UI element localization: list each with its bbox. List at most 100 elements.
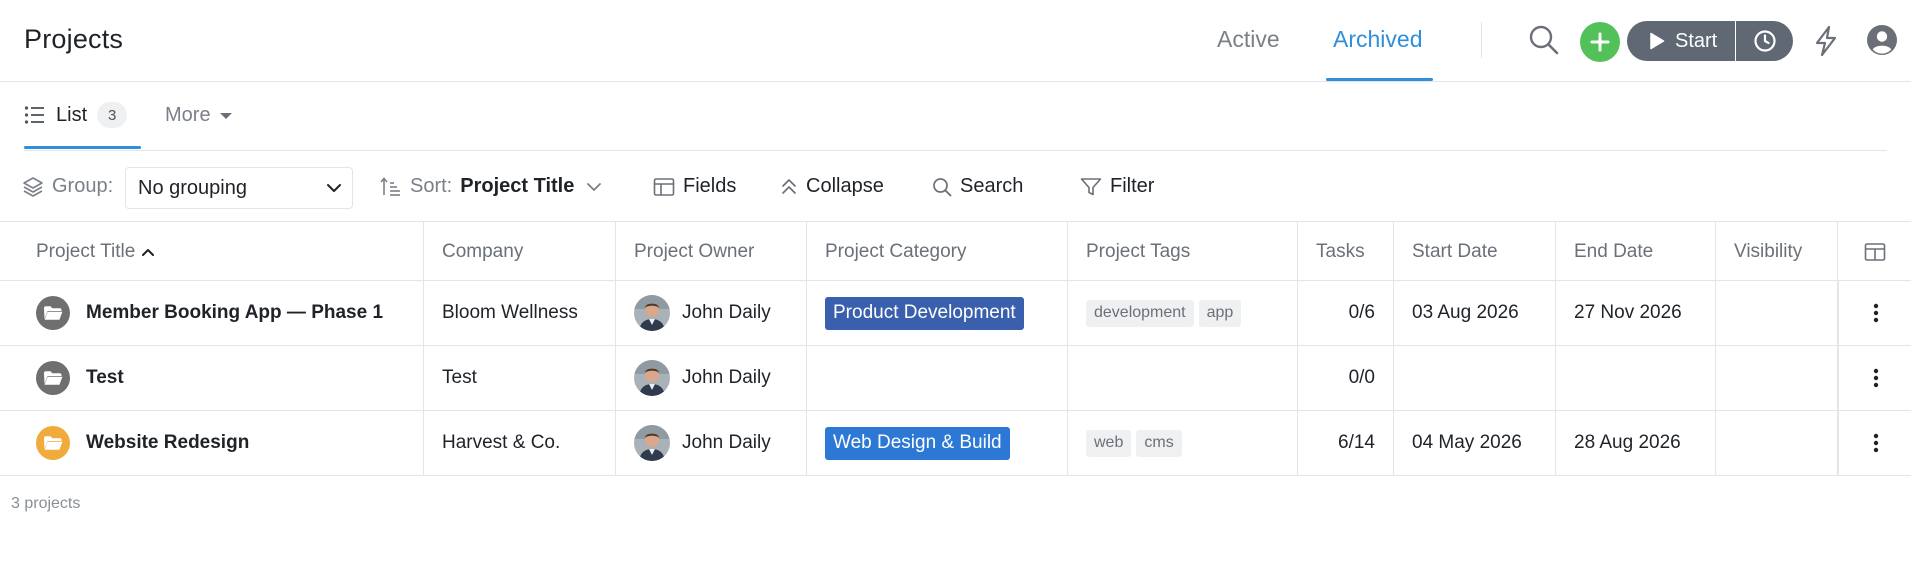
sort-control[interactable]: Sort: Project Title [380, 152, 602, 221]
tag-chip: web [1086, 429, 1132, 457]
end-value: 28 Aug 2026 [1574, 432, 1681, 453]
more-vertical-icon[interactable] [1841, 411, 1911, 475]
column-header-label: Project Owner [634, 240, 755, 262]
column-header-project-tags[interactable]: Project Tags [1068, 222, 1298, 281]
owner-name: John Daily [682, 302, 771, 323]
user-account-icon[interactable] [1864, 20, 1900, 60]
cell-tasks: 0/6 [1298, 281, 1394, 345]
folder-icon [36, 296, 70, 330]
table-header: Project Title Company Project Owner Proj… [0, 221, 1911, 281]
grouping-select-value: No grouping [138, 176, 247, 199]
start-value: 04 May 2026 [1412, 432, 1522, 453]
collapse-icon [782, 178, 796, 194]
column-header-tasks[interactable]: Tasks [1298, 222, 1394, 281]
column-header-project-category[interactable]: Project Category [807, 222, 1068, 281]
table-layout-icon [1864, 242, 1885, 261]
tab-active[interactable]: Active [1217, 26, 1280, 53]
table-row[interactable]: Test Test John Daily 0/0 [0, 346, 1911, 411]
filter-label: Filter [1110, 175, 1155, 197]
cell-owner: John Daily [616, 411, 807, 475]
cell-owner: John Daily [616, 346, 807, 410]
project-title-link[interactable]: Test [86, 367, 124, 389]
sort-value: Project Title [460, 175, 575, 197]
category-badge: Product Development [825, 296, 1024, 330]
cell-visibility [1716, 281, 1838, 345]
table-body: Member Booking App — Phase 1 Bloom Wellne… [0, 281, 1911, 476]
cell-title: Test [18, 346, 424, 410]
tag-chip: cms [1136, 429, 1182, 457]
avatar [634, 295, 670, 331]
table-columns-icon [653, 177, 675, 196]
more-vertical-icon[interactable] [1841, 346, 1911, 410]
more-views-dropdown[interactable]: More [165, 104, 233, 127]
column-header-label: Project Category [825, 240, 967, 262]
row-actions-cell [1838, 281, 1911, 345]
top-header: Projects Active Archived Start [0, 0, 1911, 82]
fields-button[interactable]: Fields [653, 152, 736, 221]
avatar [634, 425, 670, 461]
sort-icon [380, 176, 400, 196]
folder-icon [36, 426, 70, 460]
start-timer-button[interactable]: Start [1627, 21, 1735, 61]
cell-company: Harvest & Co. [424, 411, 616, 475]
add-button[interactable] [1580, 22, 1620, 62]
more-label: More [165, 104, 211, 126]
list-tab-label: List [56, 103, 88, 126]
row-actions-cell [1838, 411, 1911, 475]
column-header-visibility[interactable]: Visibility [1716, 222, 1838, 281]
more-vertical-icon[interactable] [1841, 281, 1911, 345]
project-title-link[interactable]: Website Redesign [86, 432, 249, 454]
cell-owner: John Daily [616, 281, 807, 345]
view-tabs: List 3 More [0, 82, 1911, 152]
cell-end [1556, 346, 1716, 410]
search-button[interactable]: Search [932, 152, 1023, 221]
tab-archived[interactable]: Archived [1333, 26, 1422, 53]
column-header-end-date[interactable]: End Date [1556, 222, 1716, 281]
cell-category: Web Design & Build [807, 411, 1068, 475]
subtabs-divider [24, 150, 1887, 151]
clock-icon [1753, 30, 1776, 52]
column-header-label: Project Title [36, 240, 136, 262]
list-toolbar: Group: No grouping Sort: Project Title F… [0, 152, 1911, 221]
chevron-down-icon [327, 184, 341, 192]
column-header-project-owner[interactable]: Project Owner [616, 222, 807, 281]
column-header-label: Project Tags [1086, 240, 1191, 262]
cell-category: Product Development [807, 281, 1068, 345]
tasks-value: 0/0 [1348, 367, 1375, 388]
column-header-project-title[interactable]: Project Title [18, 222, 424, 281]
project-title-link[interactable]: Member Booking App — Phase 1 [86, 302, 383, 324]
project-count: 3 projects [11, 495, 81, 512]
lightning-icon[interactable] [1808, 21, 1844, 61]
column-settings-button[interactable] [1838, 222, 1911, 281]
cell-visibility [1716, 346, 1838, 410]
row-actions-cell [1838, 346, 1911, 410]
header-divider [1481, 22, 1482, 58]
cell-tags: development app [1068, 281, 1298, 345]
column-header-label: End Date [1574, 240, 1654, 262]
start-button-label: Start [1675, 29, 1718, 52]
table-row[interactable]: Member Booking App — Phase 1 Bloom Wellne… [0, 281, 1911, 346]
table-row[interactable]: Website Redesign Harvest & Co. John Daily W… [0, 411, 1911, 476]
search-icon [933, 177, 952, 196]
list-tab-indicator [24, 146, 141, 149]
cell-start: 04 May 2026 [1394, 411, 1556, 475]
grouping-select[interactable]: No grouping [125, 167, 353, 209]
tasks-value: 6/14 [1338, 432, 1375, 453]
collapse-button[interactable]: Collapse [780, 152, 884, 221]
start-value: 03 Aug 2026 [1412, 302, 1519, 323]
cell-start [1394, 346, 1556, 410]
page-title: Projects [24, 24, 124, 54]
list-icon [24, 106, 44, 124]
cell-title: Member Booking App — Phase 1 [18, 281, 424, 345]
tab-list-view[interactable]: List 3 [24, 102, 128, 128]
column-header-company[interactable]: Company [424, 222, 616, 281]
avatar [634, 360, 670, 396]
tag-chip: development [1086, 299, 1194, 327]
cell-category [807, 346, 1068, 410]
filter-button[interactable]: Filter [1080, 152, 1154, 221]
search-icon[interactable] [1524, 20, 1564, 60]
company-value: Harvest & Co. [442, 432, 561, 453]
owner-name: John Daily [682, 367, 771, 388]
timesheet-button[interactable] [1736, 21, 1793, 61]
column-header-start-date[interactable]: Start Date [1394, 222, 1556, 281]
